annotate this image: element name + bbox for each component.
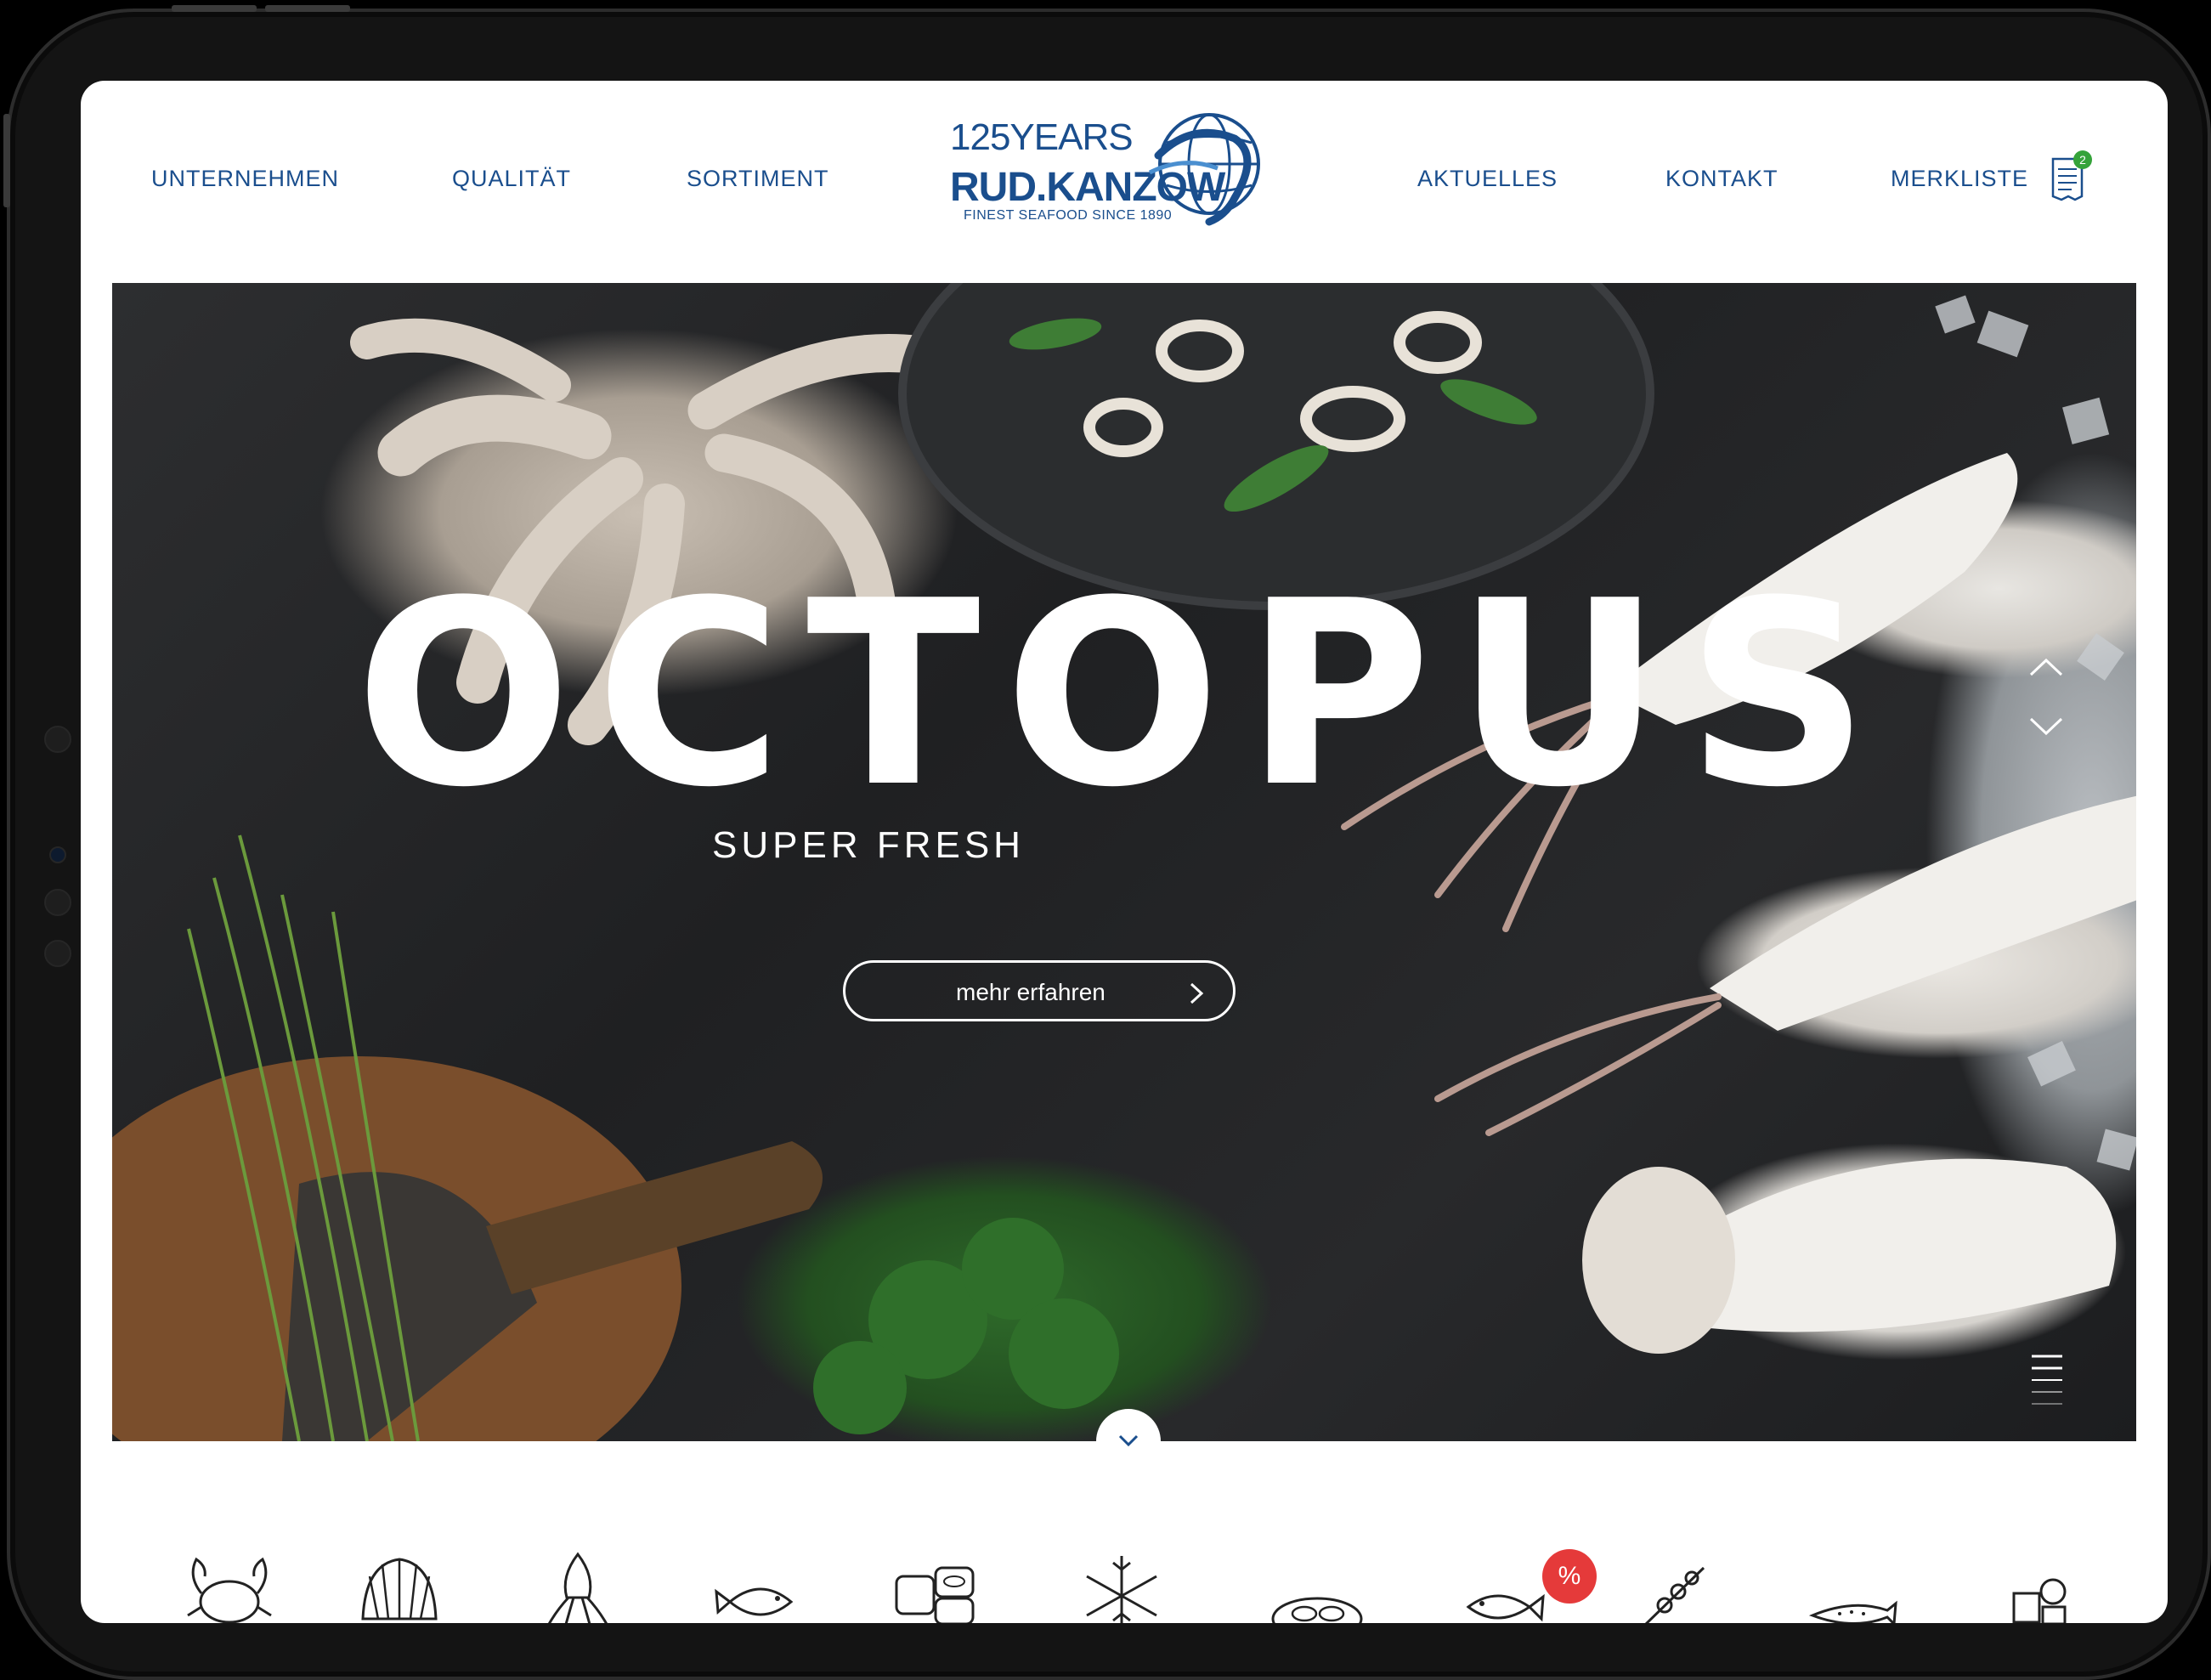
sushi-icon[interactable]	[888, 1551, 981, 1623]
hero-title: OCTOPUS	[354, 546, 1894, 843]
merkliste-count-badge: 2	[2073, 150, 2092, 169]
more-info-button-label: mehr erfahren	[956, 979, 1106, 1005]
salmon-icon[interactable]	[1806, 1551, 1899, 1623]
scroll-down-button[interactable]	[1096, 1409, 1161, 1474]
sale-badge: %	[1542, 1549, 1597, 1604]
site-header: UNTERNEHMEN QUALITÄT SORTIMENT 125YEARS …	[81, 81, 2168, 283]
nav-item-aktuelles[interactable]: AKTUELLES	[1417, 166, 1558, 192]
misc-icon[interactable]	[1997, 1551, 2090, 1623]
skewer-icon[interactable]	[1627, 1551, 1721, 1623]
fish-icon[interactable]	[710, 1551, 803, 1623]
device-button	[265, 5, 350, 12]
logo-years: 125YEARS	[950, 116, 1134, 158]
brand-logo[interactable]: 125YEARS RUD.KANZOW FINEST SEAFOOD SINCE…	[950, 105, 1273, 232]
platter-icon[interactable]	[1270, 1551, 1364, 1623]
shell-icon[interactable]	[353, 1551, 446, 1623]
device-button	[3, 114, 10, 207]
hero-banner: OCTOPUS SUPER FRESH mehr erfahren	[112, 283, 2136, 1441]
more-info-button[interactable]: mehr erfahren	[843, 960, 1236, 1021]
nav-item-unternehmen[interactable]: UNTERNEHMEN	[151, 166, 339, 192]
nav-item-sortiment[interactable]: SORTIMENT	[687, 166, 829, 192]
nav-item-qualitaet[interactable]: QUALITÄT	[452, 166, 571, 192]
squid-icon[interactable]	[531, 1551, 625, 1623]
slide-indicator-icon[interactable]	[2030, 1351, 2064, 1411]
nav-item-kontakt[interactable]: KONTAKT	[1665, 166, 1778, 192]
chevron-right-icon	[1190, 982, 1204, 1004]
category-icon-row	[81, 1551, 2168, 1623]
sale-fish-icon[interactable]	[1453, 1551, 1547, 1623]
crab-icon[interactable]	[183, 1551, 276, 1623]
nav-item-merkliste[interactable]: MERKLISTE	[1891, 166, 2028, 192]
camera-lens-icon	[49, 846, 66, 863]
chevron-down-icon[interactable]	[2028, 716, 2064, 737]
screen: UNTERNEHMEN QUALITÄT SORTIMENT 125YEARS …	[81, 81, 2168, 1623]
device-button	[172, 5, 257, 12]
sensor-icon	[44, 940, 71, 967]
chevron-up-icon[interactable]	[2028, 657, 2064, 677]
hero-subtitle: SUPER FRESH	[712, 824, 1025, 866]
sensor-icon	[44, 889, 71, 916]
chevron-down-icon	[1118, 1434, 1139, 1447]
camera-icon	[44, 726, 71, 753]
snowflake-icon[interactable]	[1075, 1551, 1168, 1623]
globe-shrimp-icon	[1148, 113, 1260, 226]
